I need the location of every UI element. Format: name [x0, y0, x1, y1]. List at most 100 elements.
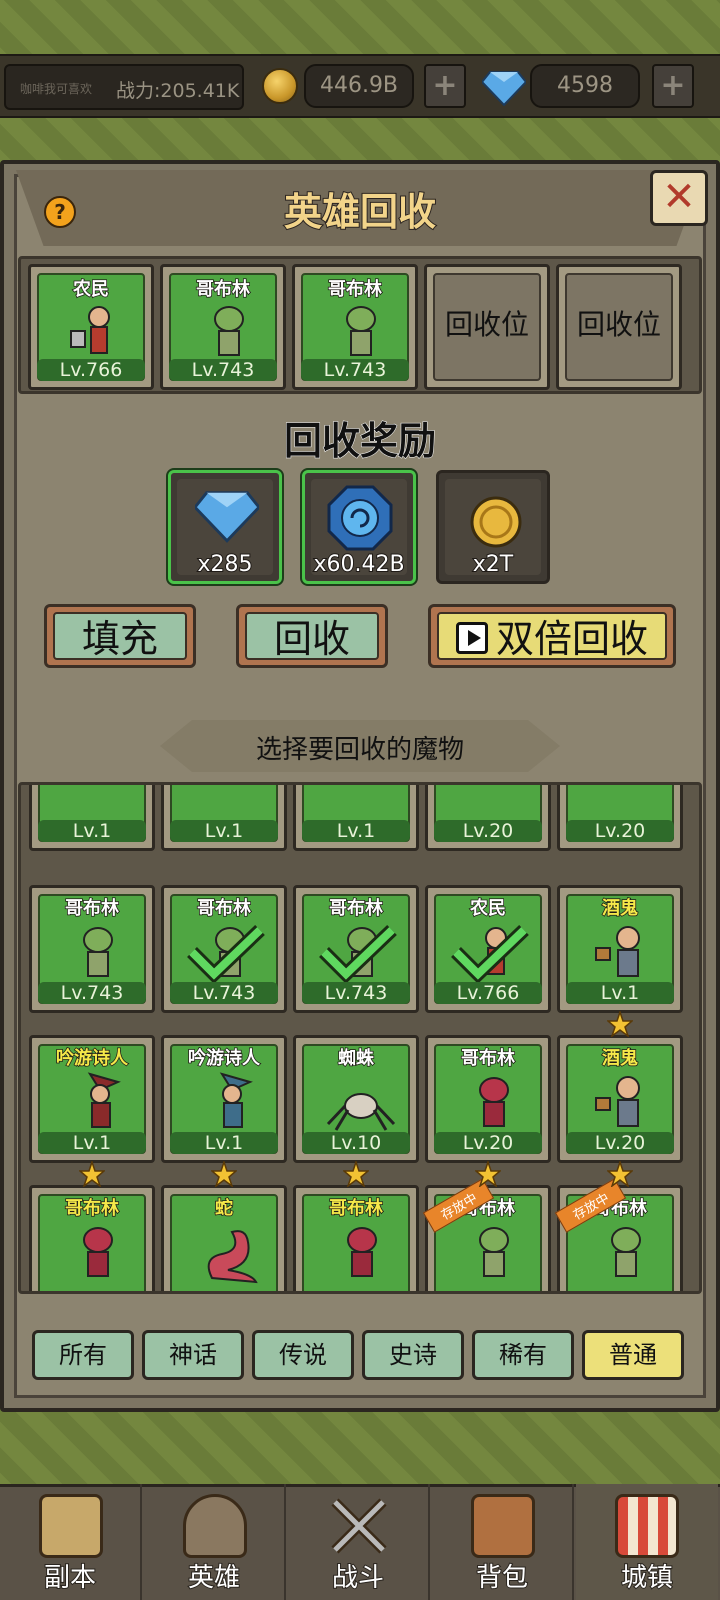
monster-card[interactable]: Lv.20 [557, 785, 683, 851]
help-button[interactable]: ? [44, 196, 76, 228]
card-name: 哥布林 [328, 897, 384, 920]
monster-card-stored[interactable]: 存放中 哥布林 [554, 1178, 683, 1291]
card-name: 哥布林 [64, 1197, 120, 1220]
monster-card-selected[interactable]: 哥布林 Lv.743 [293, 885, 419, 1013]
nav-dungeon[interactable]: 副本 [0, 1484, 142, 1600]
top-status-bar: 咖啡我可喜欢 战力:205.41K 446.9B + 4598 + [0, 54, 720, 118]
card-name: 哥布林 [64, 897, 120, 920]
monster-card-stored[interactable]: 存放中 哥布林 [422, 1178, 551, 1291]
filter-common[interactable]: 普通 [582, 1330, 684, 1380]
card-name: 吟游诗人 [187, 1047, 261, 1070]
card-level: Lv.20 [434, 820, 542, 842]
star-icon [211, 1161, 237, 1187]
card-level: Lv.20 [566, 1132, 674, 1154]
filter-epic[interactable]: 史诗 [362, 1330, 464, 1380]
star-icon [475, 1161, 501, 1187]
select-title: 选择要回收的魔物 [255, 735, 464, 765]
monster-card[interactable]: Lv.1 [161, 785, 287, 851]
nav-label: 背包 [475, 1562, 529, 1594]
slot-hero-level: Lv.743 [301, 359, 409, 381]
recycle-slot-3[interactable]: 哥布林 Lv.743 [292, 264, 418, 390]
monster-card[interactable]: 哥布林 Lv.20 [425, 1035, 551, 1163]
card-level: Lv.1 [170, 1132, 278, 1154]
recycle-button[interactable]: 回收 [236, 604, 388, 668]
monster-card[interactable]: 蛇 [161, 1185, 287, 1291]
add-gem-button[interactable]: + [652, 64, 694, 108]
monster-card[interactable]: 哥布林 [29, 1185, 155, 1291]
reward-count: x60.42B [312, 551, 405, 578]
nav-label: 战斗 [331, 1562, 385, 1594]
recycle-slot-4-empty[interactable]: 回收位 [424, 264, 550, 390]
star-icon [343, 1161, 369, 1187]
filter-rare[interactable]: 稀有 [472, 1330, 574, 1380]
star-icon [607, 1011, 633, 1037]
bard-figure-icon [219, 1072, 253, 1128]
monster-card[interactable]: 吟游诗人 Lv.1 [161, 1035, 287, 1163]
gem-amount: 4598 [530, 64, 640, 108]
nav-hero[interactable]: 英雄 [144, 1484, 286, 1600]
card-name: 哥布林 [460, 1047, 516, 1070]
fill-button[interactable]: 填充 [44, 604, 196, 668]
empty-slot-label: 回收位 [444, 308, 529, 341]
monster-card[interactable]: Lv.1 [293, 785, 419, 851]
reward-count: x285 [196, 551, 253, 578]
player-info-pill: 咖啡我可喜欢 战力:205.41K [4, 64, 244, 110]
card-level: Lv.1 [38, 820, 146, 842]
card-name: 哥布林 [328, 1197, 384, 1220]
blue-rune-orb-icon [327, 485, 393, 551]
recycle-slot-2[interactable]: 哥布林 Lv.743 [160, 264, 286, 390]
filter-legendary[interactable]: 传说 [252, 1330, 354, 1380]
recycle-slot-5-empty[interactable]: 回收位 [556, 264, 682, 390]
card-name: 酒鬼 [601, 1047, 639, 1070]
card-level: Lv.1 [566, 982, 674, 1004]
star-icon [79, 1161, 105, 1187]
double-recycle-button[interactable]: 双倍回收 [428, 604, 676, 668]
gold-coin-icon [262, 68, 298, 104]
crossed-swords-icon [331, 1498, 387, 1554]
monster-card[interactable]: 哥布林 [293, 1185, 419, 1291]
recycle-slot-1[interactable]: 农民 Lv.766 [28, 264, 154, 390]
empty-slot-label: 回收位 [576, 308, 661, 341]
snake-figure-icon [207, 1230, 258, 1284]
monster-card[interactable]: 酒鬼 Lv.1 [557, 885, 683, 1013]
filter-all[interactable]: 所有 [32, 1330, 134, 1380]
red-goblin-figure-icon [479, 1077, 509, 1127]
nav-battle[interactable]: 战斗 [288, 1484, 430, 1600]
nav-town[interactable]: 城镇 [576, 1484, 718, 1600]
monster-card-selected[interactable]: 农民 Lv.766 [425, 885, 551, 1013]
star-icon [607, 1161, 633, 1187]
nav-bag[interactable]: 背包 [432, 1484, 574, 1600]
close-button[interactable]: ✕ [650, 170, 708, 226]
reward-gold-coin: x2T [436, 470, 550, 584]
helmet-icon [183, 1494, 247, 1558]
monster-card[interactable]: 吟游诗人 Lv.1 [29, 1035, 155, 1163]
card-name: 蛇 [214, 1197, 234, 1220]
card-level: Lv.1 [302, 820, 410, 842]
gold-coin-icon [470, 496, 522, 548]
fill-button-label: 填充 [53, 612, 187, 661]
player-name: 咖啡我可喜欢 [20, 82, 93, 96]
filter-mythic[interactable]: 神话 [142, 1330, 244, 1380]
diamond-icon [195, 491, 259, 543]
monster-card[interactable]: 酒鬼 Lv.20 [557, 1035, 683, 1163]
monster-card[interactable]: 蜘蛛 Lv.10 [293, 1035, 419, 1163]
monster-grid[interactable]: Lv.1 Lv.1 Lv.1 Lv.20 Lv.20 哥布林 Lv.743 哥布… [18, 782, 702, 1294]
reward-count: x2T [472, 551, 514, 578]
monster-card[interactable]: Lv.20 [425, 785, 551, 851]
monster-card[interactable]: Lv.1 [29, 785, 155, 851]
red-goblin-figure-icon [347, 1227, 377, 1277]
slot-hero-name: 哥布林 [195, 278, 251, 301]
goblin-figure-icon [611, 1227, 641, 1277]
reward-diamond: x285 [168, 470, 282, 584]
monster-card[interactable]: 哥布林 Lv.743 [29, 885, 155, 1013]
slot-hero-name: 农民 [72, 278, 110, 301]
add-gold-button[interactable]: + [424, 64, 466, 108]
nav-label: 英雄 [187, 1562, 241, 1594]
card-level: Lv.743 [170, 982, 278, 1004]
rewards-title: 回收奖励 [283, 419, 436, 464]
diamond-icon [482, 71, 526, 106]
gold-amount: 446.9B [304, 64, 414, 108]
play-video-icon [455, 621, 488, 654]
slot-hero-name: 哥布林 [327, 278, 383, 301]
monster-card-selected[interactable]: 哥布林 Lv.743 [161, 885, 287, 1013]
